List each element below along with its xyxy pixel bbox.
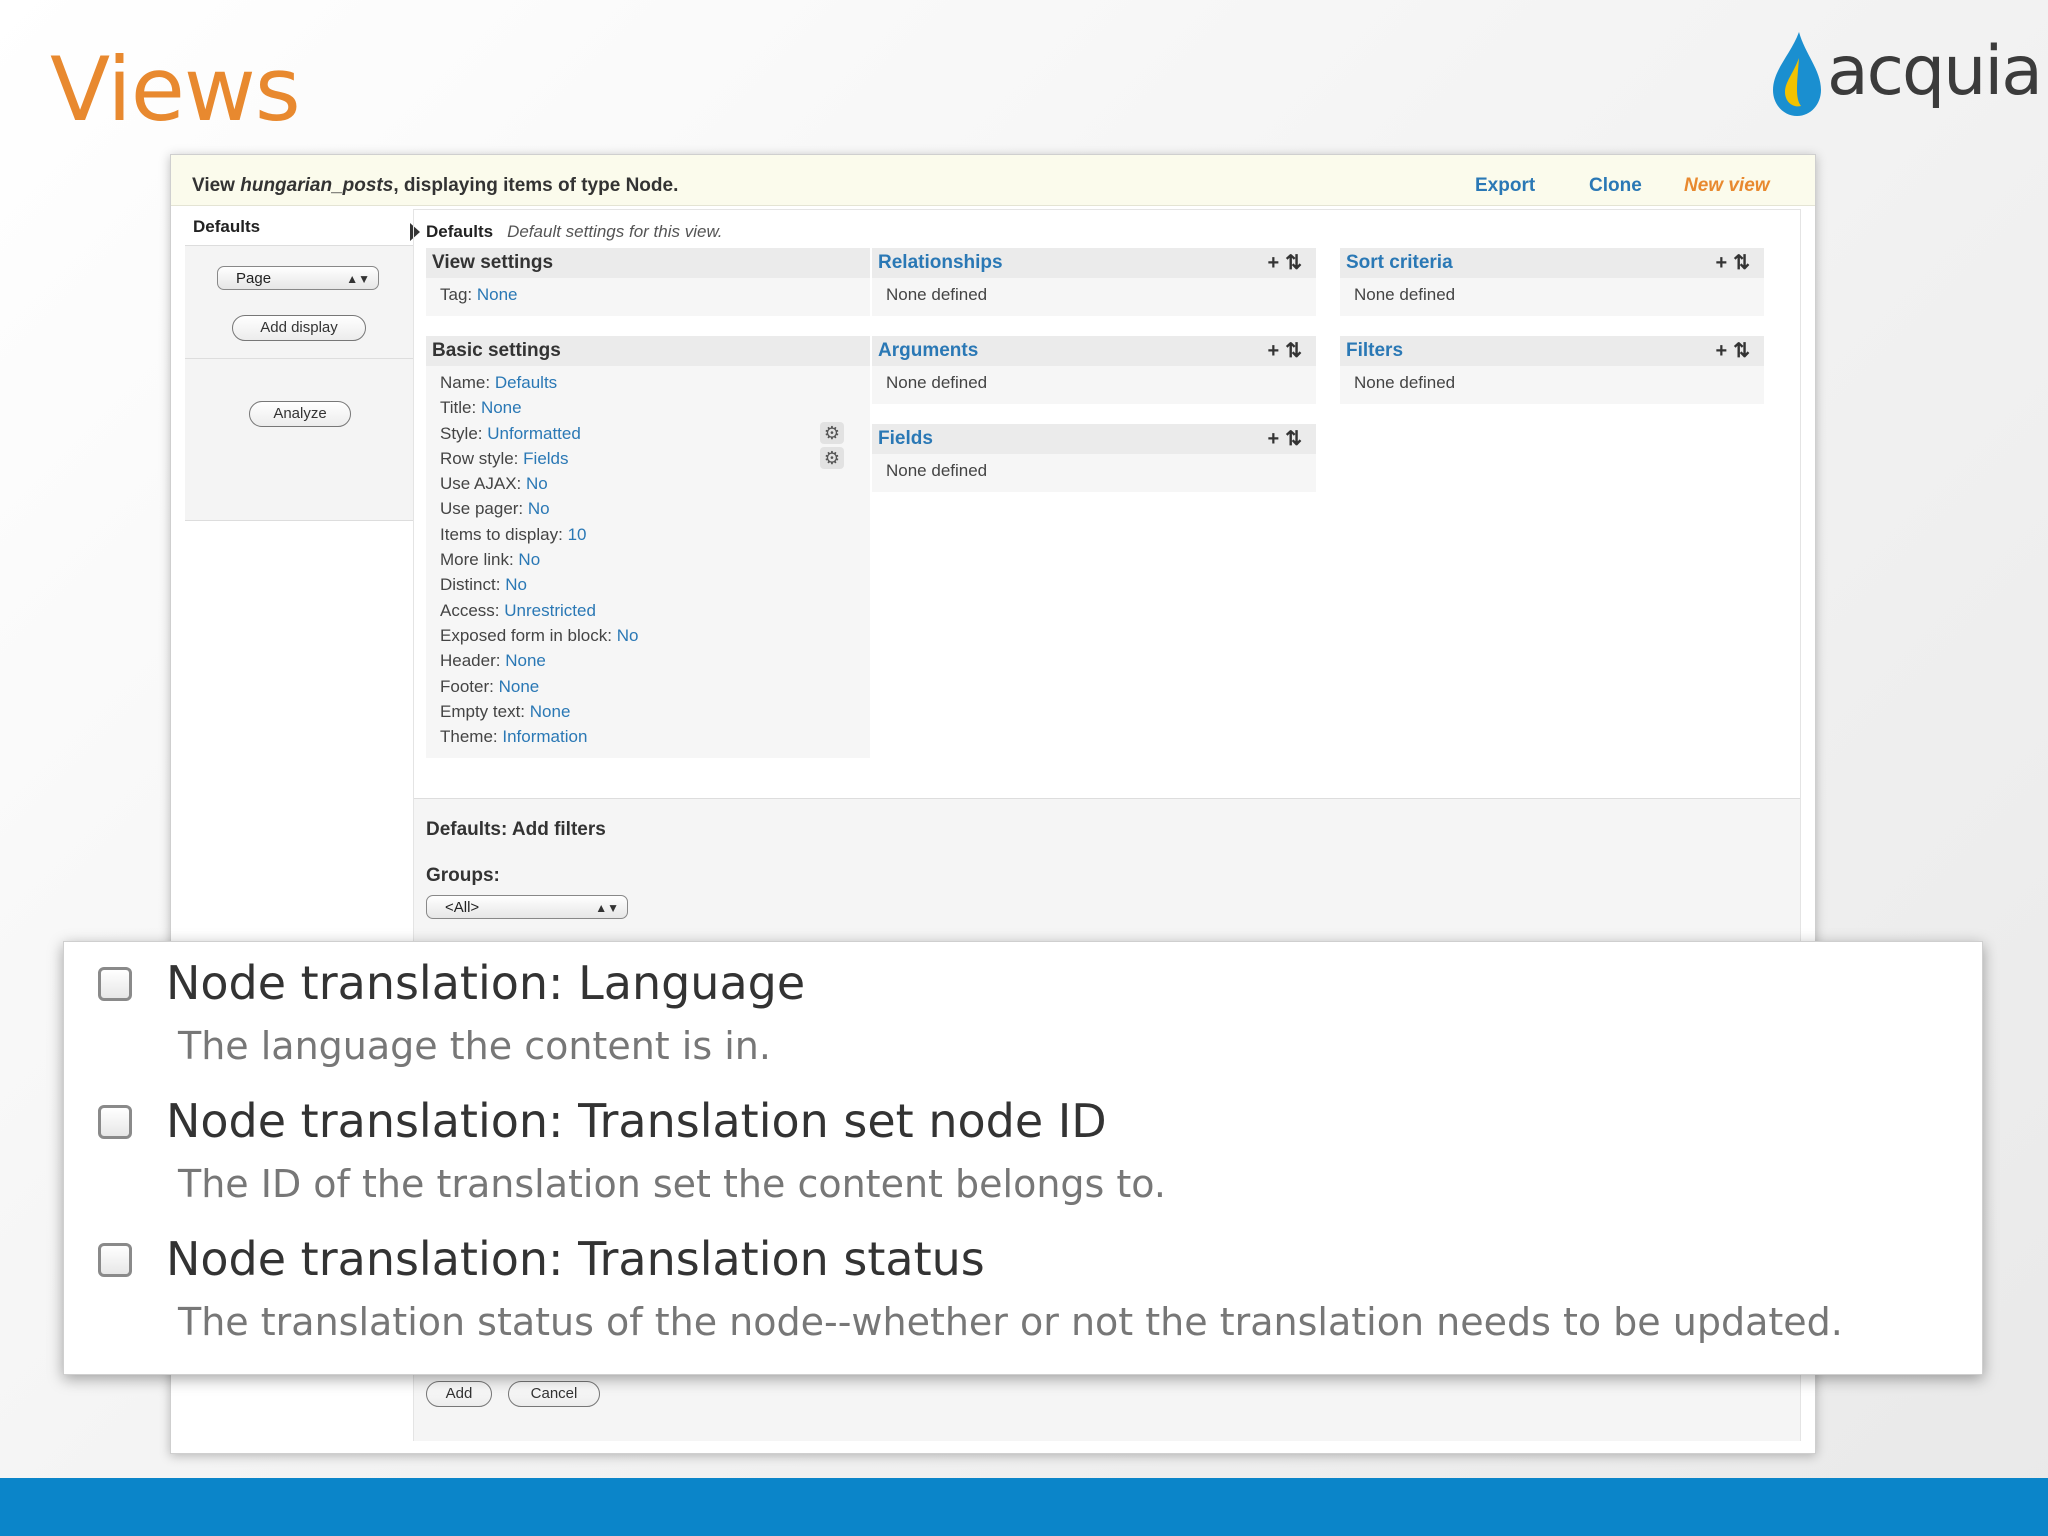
add-button[interactable]: Add — [426, 1381, 492, 1407]
relationships-panel: Relationships +⇅ None defined — [872, 248, 1316, 316]
setting-row[interactable]: Name: Defaults — [440, 370, 638, 395]
acquia-logo: acquia — [1765, 28, 2043, 120]
filter-option-label[interactable]: Node translation: Language — [166, 956, 805, 1010]
clone-link[interactable]: Clone — [1589, 175, 1642, 197]
analyze-button[interactable]: Analyze — [249, 401, 351, 427]
panel-body: None defined — [886, 461, 988, 480]
panel-body: None defined — [1354, 285, 1456, 304]
setting-row[interactable]: Use pager: No — [440, 496, 638, 521]
add-display-button[interactable]: Add display — [232, 315, 366, 341]
setting-row[interactable]: Header: None — [440, 648, 638, 673]
filter-option-label[interactable]: Node translation: Translation set node I… — [166, 1094, 1107, 1148]
setting-row[interactable]: Footer: None — [440, 674, 638, 699]
slide-title: Views — [50, 38, 301, 141]
defaults-line: Defaults Default settings for this view. — [426, 222, 723, 241]
setting-row[interactable]: Exposed form in block: No — [440, 623, 638, 648]
filter-option: Node translation: Translation set node I… — [64, 1080, 1982, 1218]
row-style-settings-gear-icon[interactable]: ⚙ — [820, 447, 844, 469]
rearrange-icon[interactable]: ⇅ — [1733, 340, 1756, 362]
view-settings-panel: View settings Tag: None — [426, 248, 870, 316]
add-icon[interactable]: + — [1716, 340, 1734, 362]
filter-option-label[interactable]: Node translation: Translation status — [166, 1232, 985, 1286]
panel-title[interactable]: Fields — [878, 428, 933, 449]
setting-row[interactable]: Distinct: No — [440, 572, 638, 597]
display-sidebar: Defaults Page ▲▼ Add display Analyze — [185, 209, 420, 646]
add-filters-title: Defaults: Add filters — [426, 819, 606, 840]
display-type-select[interactable]: Page ▲▼ — [217, 266, 379, 290]
logo-text: acquia — [1827, 32, 2043, 111]
select-arrows-icon: ▲▼ — [595, 901, 619, 915]
setting-row[interactable]: Items to display: 10 — [440, 522, 638, 547]
filters-panel: Filters +⇅ None defined — [1340, 336, 1764, 404]
rearrange-icon[interactable]: ⇅ — [1733, 252, 1756, 274]
arguments-panel: Arguments +⇅ None defined — [872, 336, 1316, 404]
divider — [185, 358, 413, 359]
panel-body: Name: Defaults Title: None Style: Unformat… — [440, 370, 638, 749]
fields-panel: Fields +⇅ None defined — [872, 424, 1316, 492]
select-arrows-icon: ▲▼ — [346, 272, 370, 286]
view-name: hungarian_posts — [240, 175, 394, 196]
setting-row[interactable]: Theme: Information — [440, 724, 638, 749]
rearrange-icon[interactable]: ⇅ — [1285, 428, 1308, 450]
view-description: View hungarian_posts, displaying items o… — [192, 175, 679, 196]
tab-defaults[interactable]: Defaults — [185, 211, 413, 243]
add-icon[interactable]: + — [1268, 252, 1286, 274]
panel-title: View settings — [426, 248, 870, 278]
panel-title[interactable]: Filters — [1346, 340, 1403, 361]
style-settings-gear-icon[interactable]: ⚙ — [820, 422, 844, 444]
groups-label: Groups: — [426, 865, 500, 886]
panel-body: Tag: None — [440, 282, 518, 307]
setting-row[interactable]: Style: Unformatted — [440, 421, 638, 446]
rearrange-icon[interactable]: ⇅ — [1285, 340, 1308, 362]
panel-title[interactable]: Sort criteria — [1346, 252, 1453, 273]
filter-option-description: The translation status of the node--whet… — [178, 1300, 1843, 1344]
setting-row[interactable]: Tag: None — [440, 282, 518, 307]
filter-option: Node translation: Translation status The… — [64, 1218, 1982, 1356]
panel-title[interactable]: Relationships — [878, 252, 1003, 273]
filter-option-description: The language the content is in. — [178, 1024, 771, 1068]
setting-row[interactable]: Row style: Fields — [440, 446, 638, 471]
add-icon[interactable]: + — [1716, 252, 1734, 274]
export-link[interactable]: Export — [1475, 175, 1535, 197]
view-header: View hungarian_posts, displaying items o… — [171, 155, 1815, 206]
add-icon[interactable]: + — [1268, 428, 1286, 450]
setting-row[interactable]: Title: None — [440, 395, 638, 420]
filter-option-description: The ID of the translation set the conten… — [178, 1162, 1166, 1206]
drop-icon — [1773, 32, 1821, 116]
footer-bar — [0, 1478, 2048, 1536]
panel-body: None defined — [886, 285, 988, 304]
setting-row[interactable]: Access: Unrestricted — [440, 598, 638, 623]
basic-settings-panel: Basic settings Name: Defaults Title: None… — [426, 336, 870, 758]
setting-row[interactable]: Empty text: None — [440, 699, 638, 724]
display-controls: Page ▲▼ Add display Analyze — [185, 245, 413, 521]
setting-row[interactable]: More link: No — [440, 547, 638, 572]
filter-option: Node translation: Language The language … — [64, 942, 1982, 1080]
filter-options-callout: Node translation: Language The language … — [63, 941, 1983, 1375]
panel-title: Basic settings — [426, 336, 870, 366]
panel-body: None defined — [886, 373, 988, 392]
setting-row[interactable]: Use AJAX: No — [440, 471, 638, 496]
panel-body: None defined — [1354, 373, 1456, 392]
filter-checkbox[interactable] — [98, 1105, 132, 1139]
panel-title[interactable]: Arguments — [878, 340, 978, 361]
cancel-button[interactable]: Cancel — [508, 1381, 600, 1407]
filter-checkbox[interactable] — [98, 967, 132, 1001]
rearrange-icon[interactable]: ⇅ — [1285, 252, 1308, 274]
filter-checkbox[interactable] — [98, 1243, 132, 1277]
add-icon[interactable]: + — [1268, 340, 1286, 362]
groups-select[interactable]: <All> ▲▼ — [426, 895, 628, 919]
sort-criteria-panel: Sort criteria +⇅ None defined — [1340, 248, 1764, 316]
new-view-link[interactable]: New view — [1684, 175, 1770, 197]
